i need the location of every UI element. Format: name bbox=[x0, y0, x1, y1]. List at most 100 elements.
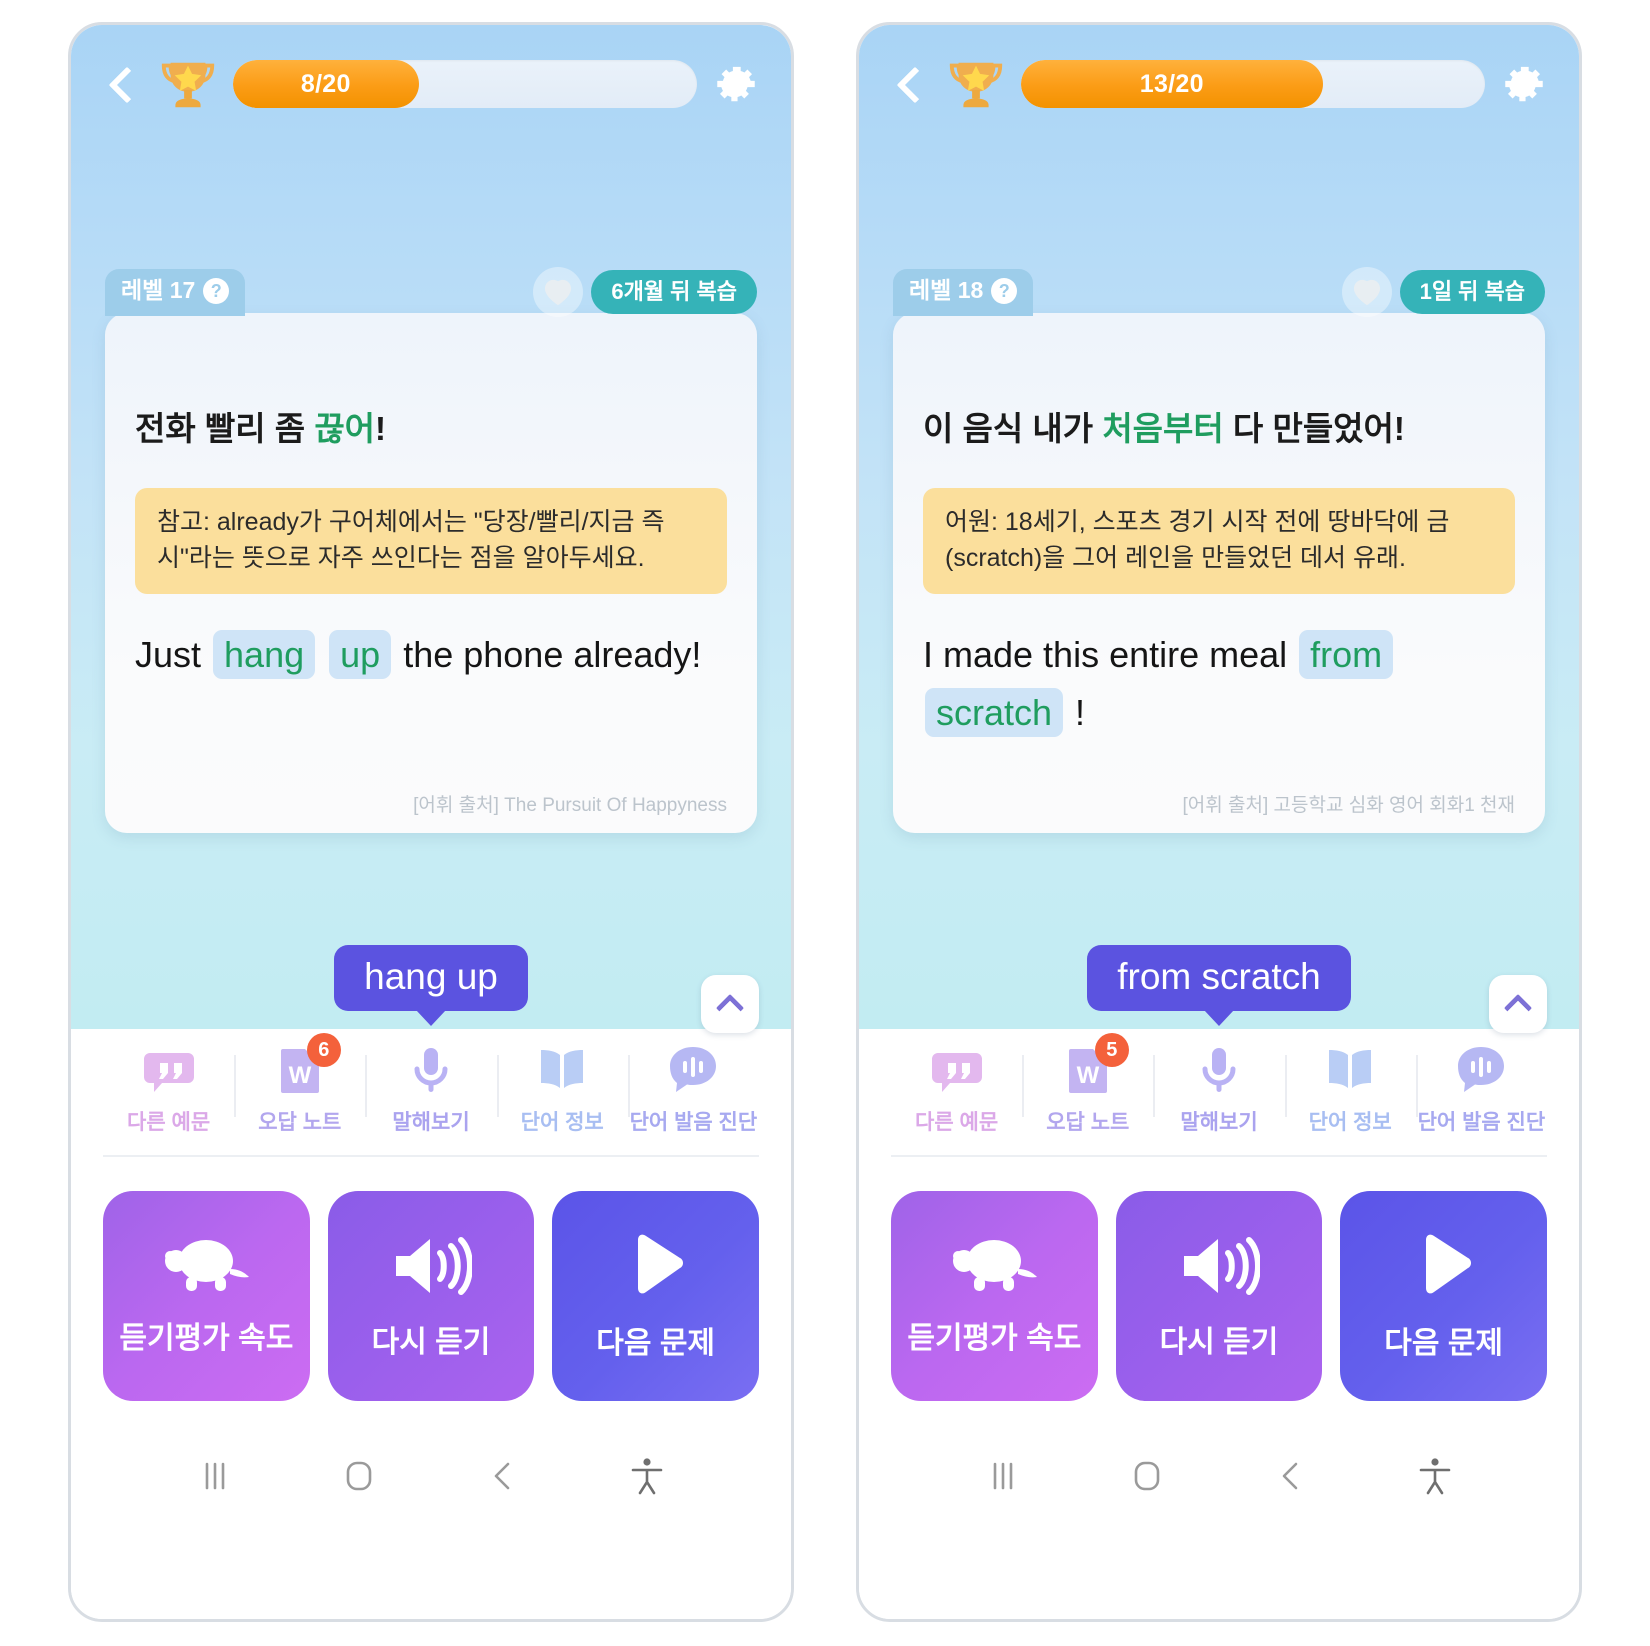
play-icon bbox=[637, 1234, 683, 1294]
tool-other-examples[interactable]: 다른 예문 bbox=[891, 1043, 1022, 1136]
action-label: 듣기평가 속도 bbox=[907, 1322, 1082, 1355]
replay-button[interactable]: 다시 듣기 bbox=[327, 1191, 535, 1401]
progress-bar-left: 8/20 bbox=[233, 60, 697, 108]
english-text-3: the phone already! bbox=[393, 634, 702, 676]
help-icon[interactable]: ? bbox=[203, 277, 230, 304]
note-text: 18세기, 스포츠 경기 시작 전에 땅바닥에 금(scratch)을 그어 레… bbox=[945, 507, 1450, 572]
vocab-card-right: 이 음식 내가 처음부터 다 만들었어! 어원: 18세기, 스포츠 경기 시작… bbox=[893, 313, 1545, 833]
turtle-icon bbox=[953, 1240, 1038, 1291]
tool-row-left: 다른 예문 W 6 오답 노트 말해보기 단어 정보 단어 발음 진단 bbox=[103, 1029, 759, 1157]
action-label: 듣기평가 속도 bbox=[119, 1322, 294, 1355]
wrong-answer-note-icon: W 6 bbox=[273, 1033, 341, 1097]
action-label: 다음 문제 bbox=[596, 1327, 716, 1360]
word-bubble-wrap-right: from scratch bbox=[859, 945, 1579, 1026]
word-bubble[interactable]: from scratch bbox=[1087, 945, 1351, 1026]
level-badge-label: 레벨 17 bbox=[121, 277, 196, 303]
svg-text:W: W bbox=[288, 1062, 311, 1089]
home-icon[interactable] bbox=[334, 1451, 384, 1501]
accessibility-icon[interactable] bbox=[1410, 1451, 1460, 1501]
speech-waveform-icon bbox=[666, 1043, 720, 1097]
korean-highlight: 처음부터 bbox=[1102, 410, 1224, 447]
english-text-2 bbox=[317, 634, 327, 675]
trophy-icon bbox=[161, 62, 215, 108]
english-text-1: I made this entire meal bbox=[923, 634, 1298, 676]
notification-badge: 5 bbox=[1094, 1033, 1129, 1067]
level-badge-label: 레벨 18 bbox=[909, 277, 984, 303]
collapse-button[interactable] bbox=[701, 975, 759, 1033]
lesson-view-right: 13/20 레벨 18 ? 1일 뒤 복습 이 음식 내가 처음부터 다 만들었… bbox=[859, 25, 1579, 1033]
next-question-button[interactable]: 다음 문제 bbox=[1340, 1191, 1548, 1401]
open-book-icon bbox=[535, 1043, 589, 1097]
favorite-button[interactable] bbox=[533, 267, 584, 317]
source-attribution: [어휘 출처] 고등학교 심화 영어 회화1 천재 bbox=[1182, 795, 1515, 816]
notification-badge: 6 bbox=[306, 1033, 341, 1067]
microphone-icon bbox=[1192, 1043, 1246, 1097]
tool-pronunciation-check[interactable]: 단어 발음 진단 bbox=[1415, 1043, 1547, 1136]
action-label: 다시 듣기 bbox=[371, 1326, 491, 1359]
tool-wrong-answer-note[interactable]: W 6 오답 노트 bbox=[234, 1033, 365, 1136]
back-icon[interactable] bbox=[478, 1451, 528, 1501]
action-row-left: 듣기평가 속도 다시 듣기 다음 문제 bbox=[103, 1157, 760, 1401]
home-icon[interactable] bbox=[1122, 1451, 1172, 1501]
card-tag-right: 1일 뒤 복습 bbox=[1341, 267, 1545, 317]
card-tag-row-right: 레벨 18 ? 1일 뒤 복습 bbox=[893, 267, 1545, 317]
level-badge: 레벨 18 ? bbox=[893, 268, 1034, 316]
tool-word-info[interactable]: 단어 정보 bbox=[496, 1043, 628, 1136]
english-highlight-1[interactable]: from bbox=[1299, 630, 1394, 680]
word-bubble[interactable]: hang up bbox=[334, 945, 528, 1026]
note-label: 어원: bbox=[945, 507, 998, 536]
korean-sentence: 이 음식 내가 처음부터 다 만들었어! bbox=[923, 407, 1515, 452]
tool-speak[interactable]: 말해보기 bbox=[365, 1043, 496, 1136]
english-text-1: Just bbox=[135, 634, 212, 676]
review-badge: 6개월 뒤 복습 bbox=[591, 270, 757, 314]
speaker-icon bbox=[1184, 1237, 1260, 1295]
card-tag-row-left: 레벨 17 ? 6개월 뒤 복습 bbox=[105, 267, 757, 317]
tool-label: 다른 예문 bbox=[127, 1111, 211, 1134]
tool-wrong-answer-note[interactable]: W 5 오답 노트 bbox=[1022, 1033, 1153, 1136]
tool-other-examples[interactable]: 다른 예문 bbox=[103, 1043, 234, 1136]
tool-label: 단어 발음 진단 bbox=[1417, 1111, 1546, 1134]
heart-icon bbox=[1353, 279, 1380, 306]
english-highlight-1[interactable]: hang bbox=[213, 630, 316, 680]
phone-screen-right: 13/20 레벨 18 ? 1일 뒤 복습 이 음식 내가 처음부터 다 만들었… bbox=[856, 22, 1582, 1622]
bottom-panel-right: 다른 예문 W 5 오답 노트 말해보기 단어 정보 단어 발음 진단 듣기평가… bbox=[859, 1029, 1579, 1619]
progress-fill: 8/20 bbox=[233, 60, 419, 108]
word-bubble-wrap-left: hang up bbox=[71, 945, 791, 1026]
replay-button[interactable]: 다시 듣기 bbox=[1115, 1191, 1323, 1401]
svg-text:W: W bbox=[1076, 1062, 1099, 1089]
next-question-button[interactable]: 다음 문제 bbox=[552, 1191, 760, 1401]
korean-highlight: 끊어 bbox=[314, 410, 376, 447]
speaker-icon bbox=[396, 1237, 472, 1295]
english-highlight-2[interactable]: up bbox=[329, 630, 392, 680]
tool-label: 오답 노트 bbox=[258, 1111, 342, 1134]
tool-label: 말해보기 bbox=[1180, 1111, 1258, 1134]
android-navbar-right bbox=[891, 1401, 1547, 1551]
tool-label: 단어 발음 진단 bbox=[629, 1111, 758, 1134]
gear-icon[interactable] bbox=[711, 59, 761, 109]
progress-label: 8/20 bbox=[300, 69, 351, 98]
gear-icon[interactable] bbox=[1499, 59, 1549, 109]
tool-speak[interactable]: 말해보기 bbox=[1153, 1043, 1284, 1136]
speech-waveform-icon bbox=[1454, 1043, 1508, 1097]
chevron-up-icon bbox=[715, 993, 745, 1023]
collapse-button[interactable] bbox=[1489, 975, 1547, 1033]
tool-word-info[interactable]: 단어 정보 bbox=[1284, 1043, 1416, 1136]
tool-pronunciation-check[interactable]: 단어 발음 진단 bbox=[627, 1043, 759, 1136]
listening-speed-button[interactable]: 듣기평가 속도 bbox=[891, 1191, 1098, 1401]
chevron-left-icon[interactable] bbox=[101, 63, 143, 105]
recents-icon[interactable] bbox=[190, 1451, 240, 1501]
favorite-button[interactable] bbox=[1341, 267, 1392, 317]
recents-icon[interactable] bbox=[978, 1451, 1028, 1501]
english-sentence: I made this entire meal from scratch ! bbox=[923, 626, 1515, 743]
quote-bubble-icon bbox=[930, 1043, 984, 1097]
listening-speed-button[interactable]: 듣기평가 속도 bbox=[103, 1191, 310, 1401]
back-icon[interactable] bbox=[1266, 1451, 1316, 1501]
help-icon[interactable]: ? bbox=[991, 277, 1018, 304]
card-tag-right: 6개월 뒤 복습 bbox=[533, 267, 757, 317]
turtle-icon bbox=[165, 1240, 250, 1291]
vocab-card-left: 전화 빨리 좀 끊어! 참고: already가 구어체에서는 "당장/빨리/지… bbox=[105, 313, 757, 833]
wrong-answer-note-icon: W 5 bbox=[1061, 1033, 1129, 1097]
chevron-left-icon[interactable] bbox=[889, 63, 931, 105]
accessibility-icon[interactable] bbox=[622, 1451, 672, 1501]
english-highlight-2[interactable]: scratch bbox=[925, 688, 1064, 738]
